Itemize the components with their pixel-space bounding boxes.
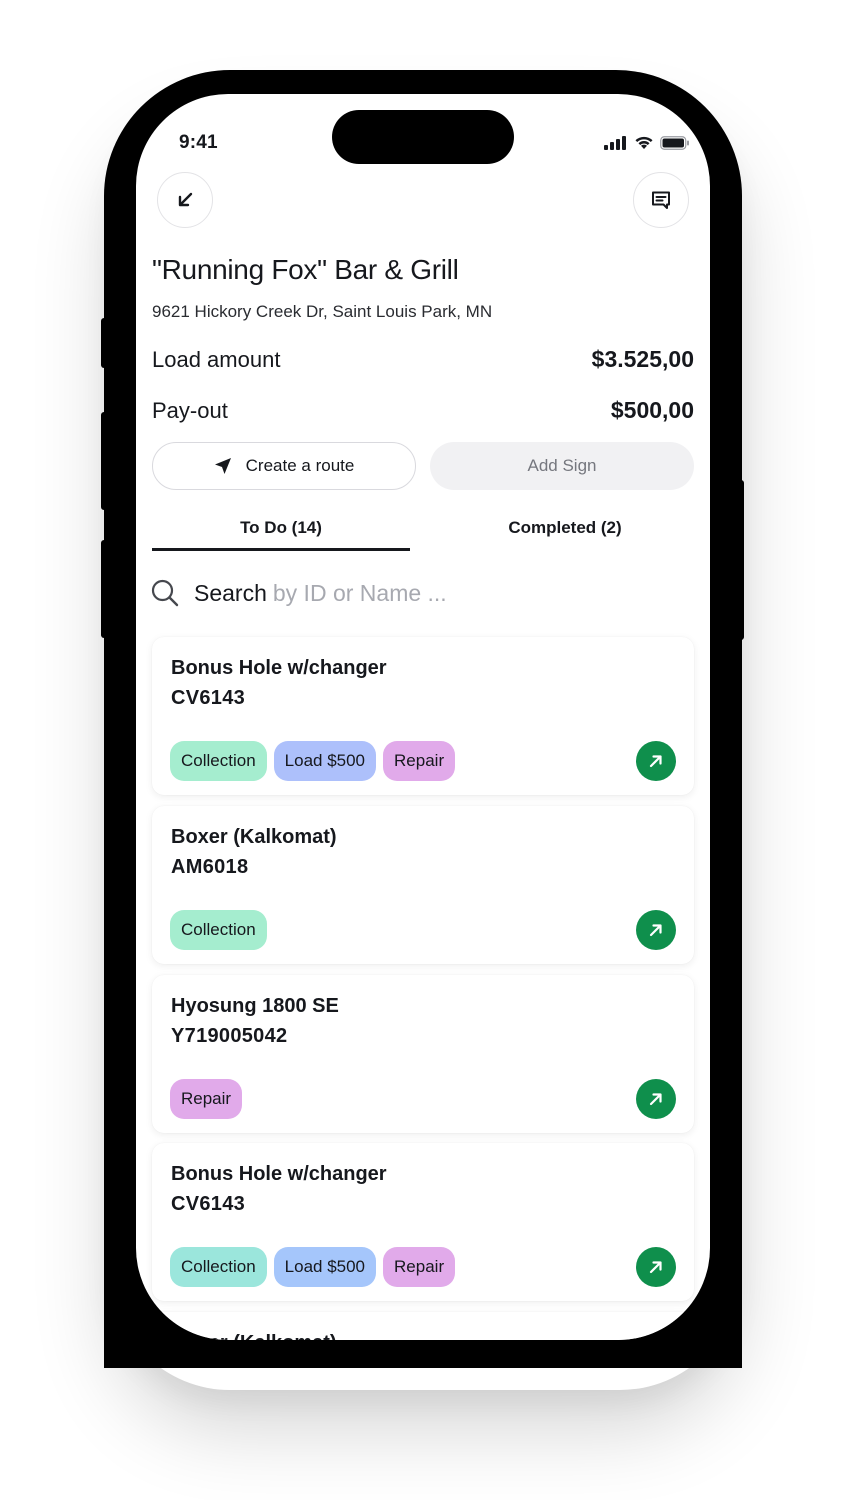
tag-collection: Collection: [170, 910, 267, 950]
machine-name: Hyosung 1800 SE: [171, 995, 339, 1017]
payout-row: Pay-out $500,00: [152, 397, 694, 424]
tag-repair: Repair: [170, 1079, 243, 1119]
message-icon: [652, 191, 670, 209]
add-sign-button[interactable]: Add Sign: [430, 442, 694, 490]
open-machine-button[interactable]: [636, 1247, 676, 1287]
app-screen: 9:41 "Running Fox" Bar & Grill 9621 Hick…: [136, 94, 710, 1340]
wifi-icon: [635, 136, 653, 149]
dynamic-island: [332, 110, 514, 164]
tag-repair: Repair: [383, 741, 456, 781]
navigation-arrow-icon: [214, 458, 231, 474]
load-amount-label: Load amount: [152, 347, 281, 372]
load-amount-row: Load amount $3.525,00: [152, 346, 694, 373]
machine-card[interactable]: Boxer (Kalkomat) AM6018 Collection: [152, 806, 694, 964]
status-icons: [604, 135, 690, 150]
tag-load: Load $500: [273, 741, 377, 781]
add-sign-label: Add Sign: [527, 456, 597, 475]
machine-card[interactable]: Bonus Hole w/changer CV6143 Collection Load…: [152, 637, 694, 795]
tab-todo[interactable]: To Do (14): [152, 518, 410, 538]
task-tags: Collection: [170, 910, 267, 950]
load-amount-value: $3.525,00: [591, 346, 694, 372]
search-field[interactable]: Search by ID or Name ...: [150, 578, 447, 608]
machine-id: Y719005042: [171, 1025, 288, 1047]
machine-id: AM6018: [171, 856, 249, 878]
task-tags: Collection Load $500 Repair: [170, 1247, 456, 1287]
arrow-up-right-icon: [649, 755, 662, 768]
machine-card[interactable]: Boxer (Kalkomat): [152, 1312, 694, 1340]
venue-title: "Running Fox" Bar & Grill: [152, 254, 459, 285]
search-icon: [151, 579, 179, 607]
task-tags: Repair: [170, 1079, 243, 1119]
task-tags: Collection Load $500 Repair: [170, 741, 456, 781]
machine-card[interactable]: Hyosung 1800 SE Y719005042 Repair: [152, 975, 694, 1133]
open-machine-button[interactable]: [636, 910, 676, 950]
cellular-signal-icon: [604, 135, 626, 150]
tag-repair: Repair: [383, 1247, 456, 1287]
arrow-down-left-icon: [178, 192, 193, 207]
machine-card[interactable]: Bonus Hole w/changer CV6143 Collection Load…: [152, 1143, 694, 1301]
machine-id: CV6143: [171, 687, 246, 709]
tag-collection: Collection: [170, 1247, 267, 1287]
back-button[interactable]: [157, 172, 213, 228]
open-machine-button[interactable]: [636, 1079, 676, 1119]
tag-collection: Collection: [170, 741, 267, 781]
search-label: Search: [194, 579, 267, 606]
machine-name: Boxer (Kalkomat): [171, 826, 337, 848]
machine-name: Boxer (Kalkomat): [171, 1332, 337, 1340]
arrow-up-right-icon: [649, 1261, 662, 1274]
machine-name: Bonus Hole w/changer: [171, 1163, 387, 1185]
create-route-label: Create a route: [245, 456, 355, 475]
venue-address: 9621 Hickory Creek Dr, Saint Louis Park,…: [152, 302, 493, 321]
tag-load: Load $500: [273, 1247, 377, 1287]
machine-name: Bonus Hole w/changer: [171, 657, 387, 679]
payout-value: $500,00: [610, 397, 694, 423]
arrow-up-right-icon: [649, 1093, 662, 1106]
open-machine-button[interactable]: [636, 741, 676, 781]
battery-icon: [660, 135, 689, 150]
create-route-button[interactable]: Create a route: [152, 442, 416, 490]
status-time: 9:41: [179, 132, 218, 153]
arrow-up-right-icon: [649, 924, 662, 937]
search-placeholder: by ID or Name ...: [272, 579, 447, 606]
machine-id: CV6143: [171, 1193, 246, 1215]
payout-label: Pay-out: [152, 398, 228, 423]
messages-button[interactable]: [633, 172, 689, 228]
active-tab-indicator: [152, 548, 410, 551]
tab-completed[interactable]: Completed (2): [436, 518, 694, 538]
